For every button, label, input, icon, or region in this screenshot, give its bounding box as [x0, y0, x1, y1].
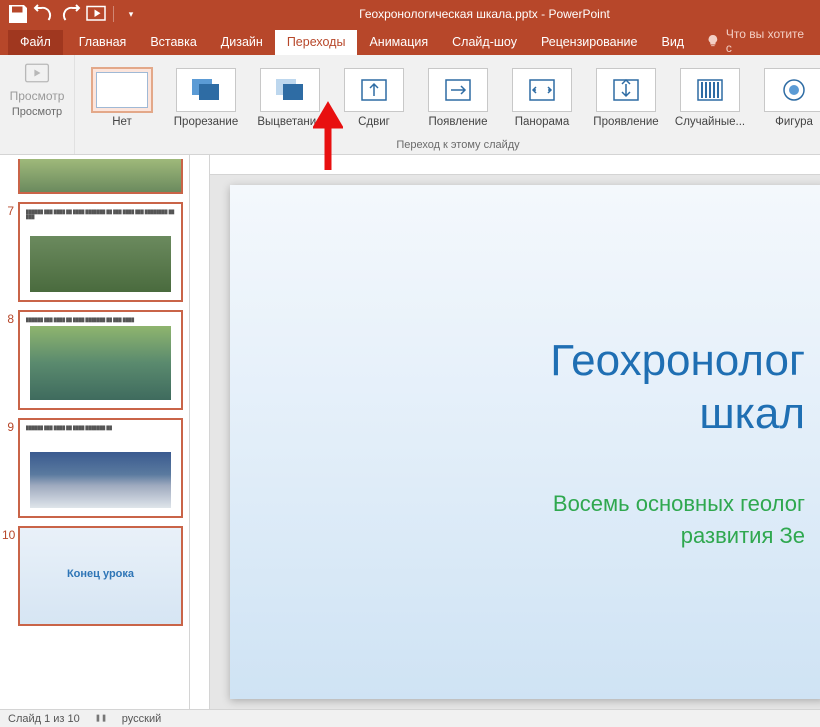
- undo-button[interactable]: [32, 2, 56, 26]
- redo-button[interactable]: [58, 2, 82, 26]
- tab-review[interactable]: Рецензирование: [529, 30, 650, 55]
- transition-shape[interactable]: Фигура: [753, 68, 820, 128]
- slide-canvas[interactable]: Геохронолог шкал Восемь основных геолог …: [210, 175, 820, 709]
- body-area: 7 ██████ ███ ████ ██ ████ ███████ ██ ███…: [0, 155, 820, 709]
- window-title: Геохронологическая шкала.pptx - PowerPoi…: [149, 7, 820, 21]
- transition-random-bars[interactable]: Случайные...: [669, 68, 751, 128]
- main-slide[interactable]: Геохронолог шкал Восемь основных геолог …: [230, 185, 820, 699]
- start-from-beginning-button[interactable]: [84, 2, 108, 26]
- ruler-vertical: [190, 155, 210, 709]
- slide-subtitle-line1: Восемь основных геолог: [250, 491, 805, 517]
- transition-cut[interactable]: Прорезание: [165, 68, 247, 128]
- tab-slideshow[interactable]: Слайд-шоу: [440, 30, 529, 55]
- slide-panel[interactable]: 7 ██████ ███ ████ ██ ████ ███████ ██ ███…: [0, 155, 190, 709]
- slide-title-line1: Геохронолог: [250, 335, 805, 388]
- slide-thumb-8[interactable]: 8 ██████ ███ ████ ██ ████ ███████ ██ ███…: [2, 310, 183, 410]
- tab-animations[interactable]: Анимация: [357, 30, 440, 55]
- transition-fade[interactable]: Выцветание: [249, 68, 331, 128]
- slide-title-line2: шкал: [250, 388, 805, 441]
- ruler-horizontal: [210, 155, 820, 175]
- transition-push[interactable]: Сдвиг: [333, 68, 415, 128]
- status-slide-number: Слайд 1 из 10: [8, 713, 80, 725]
- ribbon: Просмотр Просмотр Нет Прорезание Выцвета…: [0, 55, 820, 155]
- tab-view[interactable]: Вид: [649, 30, 696, 55]
- tab-insert[interactable]: Вставка: [138, 30, 208, 55]
- editor: Геохронолог шкал Восемь основных геолог …: [210, 155, 820, 709]
- qat-customize-icon[interactable]: ▾: [119, 2, 143, 26]
- slide-thumb-7[interactable]: 7 ██████ ███ ████ ██ ████ ███████ ██ ███…: [2, 202, 183, 302]
- status-language[interactable]: русский: [122, 713, 161, 725]
- ribbon-tab-strip: Файл Главная Вставка Дизайн Переходы Ани…: [0, 28, 820, 55]
- tab-transitions[interactable]: Переходы: [275, 30, 358, 55]
- title-bar: ▾ Геохронологическая шкала.pptx - PowerP…: [0, 0, 820, 28]
- transition-split[interactable]: Панорама: [501, 68, 583, 128]
- tab-home[interactable]: Главная: [67, 30, 139, 55]
- transition-reveal[interactable]: Проявление: [585, 68, 667, 128]
- transition-none[interactable]: Нет: [81, 68, 163, 128]
- slide-thumb-10[interactable]: 10 Конец урока: [2, 526, 183, 626]
- lightbulb-icon: [706, 34, 720, 48]
- spellcheck-icon[interactable]: [94, 712, 108, 726]
- slide-subtitle-line2: развития Зе: [250, 523, 805, 549]
- tab-design[interactable]: Дизайн: [209, 30, 275, 55]
- slide-thumb-9[interactable]: 9 ██████ ███ ████ ██ ████ ███████ ██: [2, 418, 183, 518]
- slide-thumb-6-partial[interactable]: [2, 159, 183, 194]
- group-label-transitions: Переход к этому слайду: [396, 136, 519, 154]
- group-label-preview: Просмотр: [12, 103, 62, 121]
- transitions-gallery: Нет Прорезание Выцветание Сдвиг Появлени…: [79, 55, 820, 136]
- tell-me-input[interactable]: Что вы хотите с: [706, 27, 812, 55]
- tab-file[interactable]: Файл: [8, 30, 63, 55]
- status-bar: Слайд 1 из 10 русский: [0, 709, 820, 727]
- transition-wipe[interactable]: Появление: [417, 68, 499, 128]
- preview-button[interactable]: Просмотр: [2, 55, 72, 103]
- save-button[interactable]: [6, 2, 30, 26]
- quick-access-toolbar: ▾: [0, 2, 149, 26]
